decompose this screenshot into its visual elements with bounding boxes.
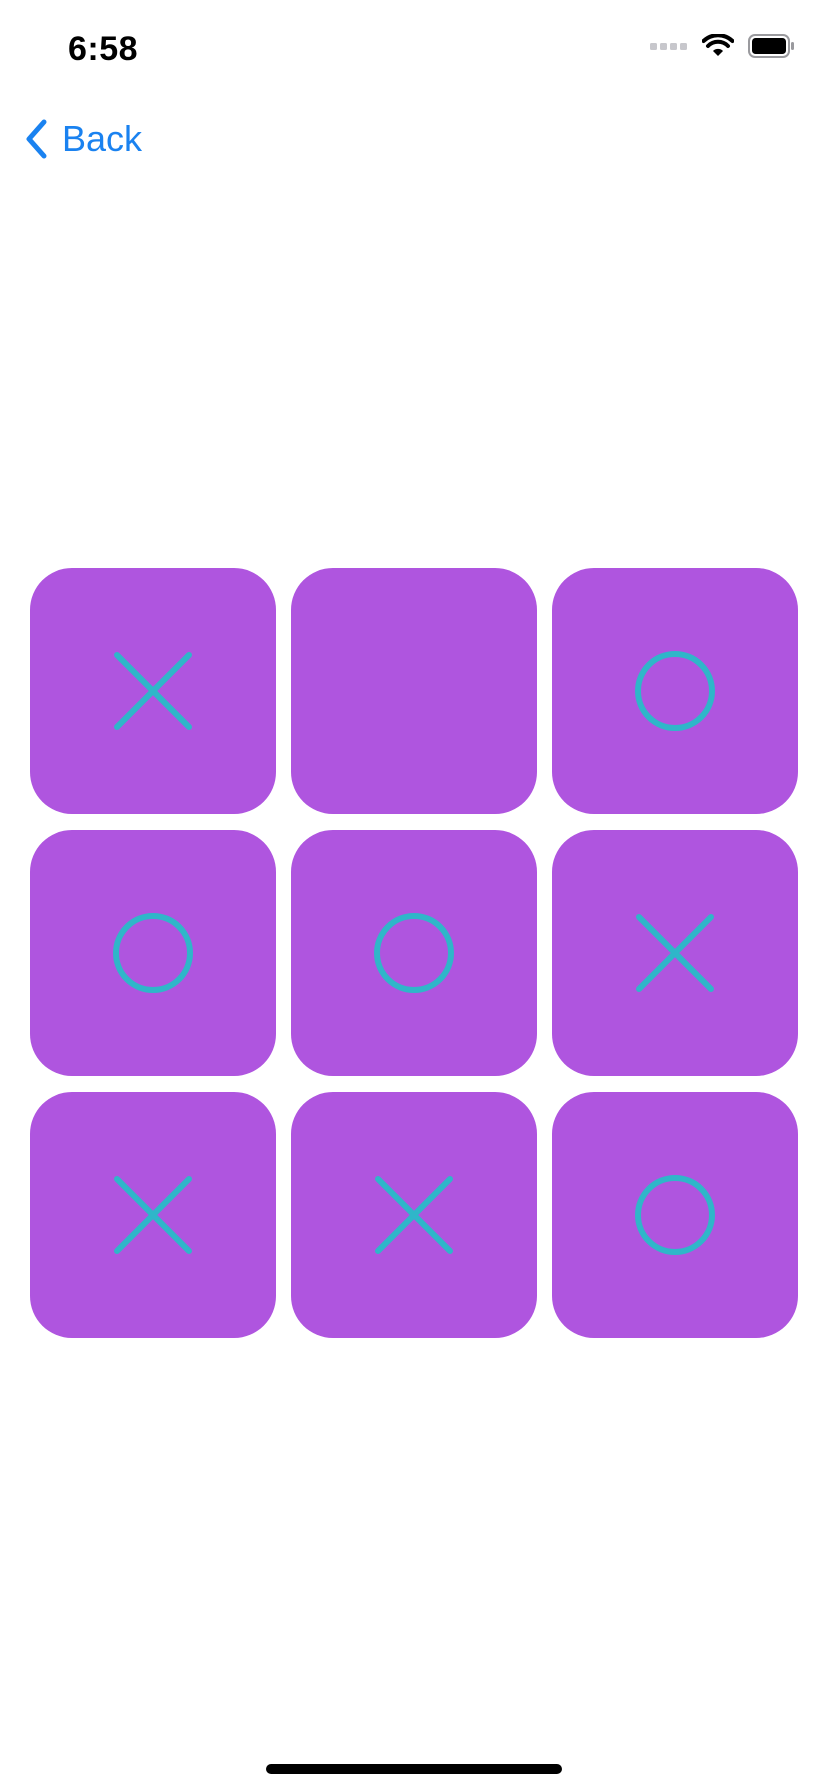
status-icons bbox=[650, 34, 796, 58]
o-mark-icon bbox=[635, 651, 715, 731]
board-cell-4[interactable] bbox=[30, 830, 276, 1076]
board-cell-6[interactable] bbox=[552, 830, 798, 1076]
board-cell-9[interactable] bbox=[552, 1092, 798, 1338]
o-mark-icon bbox=[374, 913, 454, 993]
board-cell-8[interactable] bbox=[291, 1092, 537, 1338]
status-bar: 6:58 bbox=[0, 0, 828, 100]
board-cell-2[interactable] bbox=[291, 568, 537, 814]
back-button-label: Back bbox=[62, 118, 143, 159]
wifi-icon bbox=[702, 34, 734, 56]
board-cell-5[interactable] bbox=[291, 830, 537, 1076]
signal-dots-icon bbox=[650, 43, 687, 50]
board-cell-7[interactable] bbox=[30, 1092, 276, 1338]
x-mark-icon bbox=[114, 1176, 192, 1254]
status-time: 6:58 bbox=[68, 30, 139, 68]
navigation-bar: Back bbox=[0, 100, 828, 180]
back-button[interactable]: Back bbox=[24, 118, 142, 160]
board-cell-3[interactable] bbox=[552, 568, 798, 814]
o-mark-icon bbox=[635, 1175, 715, 1255]
chevron-left-icon bbox=[26, 119, 47, 159]
board-cell-1[interactable] bbox=[30, 568, 276, 814]
x-mark-icon bbox=[636, 914, 714, 992]
o-mark-icon bbox=[113, 913, 193, 993]
x-mark-icon bbox=[375, 1176, 453, 1254]
tic-tac-toe-board bbox=[30, 568, 800, 1338]
home-indicator bbox=[266, 1764, 562, 1774]
x-mark-icon bbox=[114, 652, 192, 730]
battery-icon bbox=[748, 34, 794, 58]
